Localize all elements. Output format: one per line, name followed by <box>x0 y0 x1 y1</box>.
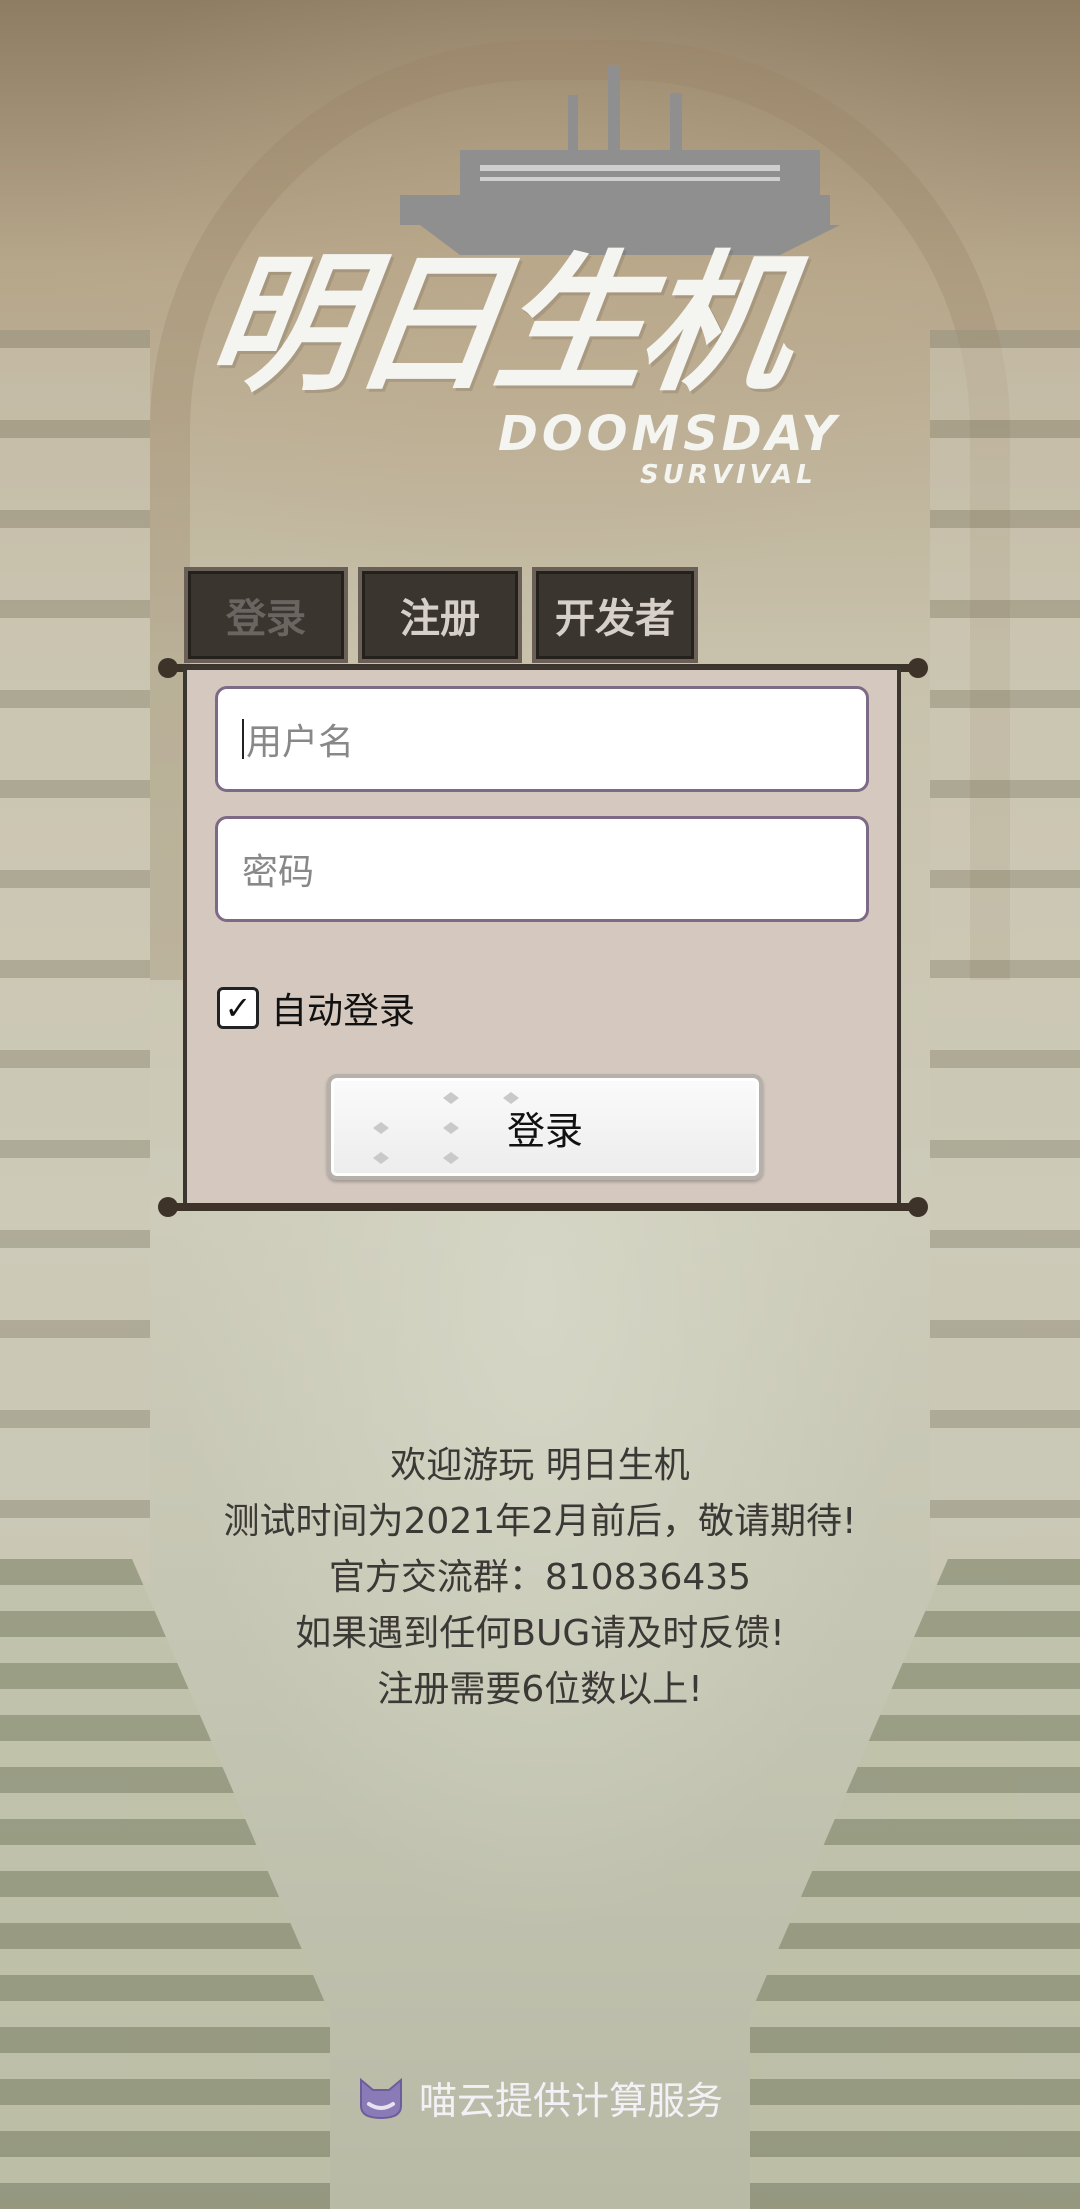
logo-subtitle-2: SURVIVAL <box>640 460 817 490</box>
tab-register[interactable]: 注册 <box>358 567 522 663</box>
tab-developer[interactable]: 开发者 <box>532 567 698 663</box>
tab-login[interactable]: 登录 <box>184 567 348 663</box>
password-input[interactable]: 密码 <box>215 816 869 922</box>
scroll-rod-bottom <box>158 1197 928 1217</box>
background-bookshelf-left <box>0 330 150 1580</box>
auth-tabs: 登录 注册 开发者 <box>184 567 698 663</box>
announcement-line: 注册需要6位数以上! <box>377 1669 703 1710</box>
auto-login-row[interactable]: ✓ 自动登录 <box>217 982 415 1034</box>
announcement-line: 如果遇到任何BUG请及时反馈! <box>295 1613 785 1654</box>
login-button-label: 登录 <box>506 1108 583 1153</box>
password-placeholder: 密码 <box>242 852 315 893</box>
username-input[interactable]: 用户名 <box>215 686 869 792</box>
auto-login-label: 自动登录 <box>271 991 416 1032</box>
username-placeholder: 用户名 <box>246 722 355 763</box>
factory-silhouette-icon <box>400 65 840 255</box>
footer-text: 喵云提供计算服务 <box>418 2079 723 2123</box>
announcement-text: 欢迎游玩 明日生机 测试时间为2021年2月前后，敬请期待! 官方交流群：810… <box>0 1438 1080 1718</box>
logo-title: 明日生机 <box>197 238 799 412</box>
text-caret <box>242 719 244 759</box>
cat-icon <box>359 2077 402 2119</box>
background-bookshelf-right <box>930 330 1080 1580</box>
announcement-line: 测试时间为2021年2月前后，敬请期待! <box>223 1501 857 1542</box>
login-button[interactable]: 登录 <box>327 1074 763 1180</box>
announcement-line: 官方交流群：810836435 <box>328 1557 752 1598</box>
footer-credit: 喵云提供计算服务 <box>0 2070 1080 2125</box>
game-logo: 明日生机 DOOMSDAY SURVIVAL <box>0 50 1080 488</box>
announcement-line: 欢迎游玩 明日生机 <box>390 1445 690 1486</box>
auto-login-checkbox[interactable]: ✓ <box>217 987 259 1029</box>
login-panel: 用户名 密码 ✓ 自动登录 登录 <box>183 666 901 1208</box>
logo-subtitle: DOOMSDAY <box>498 406 841 462</box>
